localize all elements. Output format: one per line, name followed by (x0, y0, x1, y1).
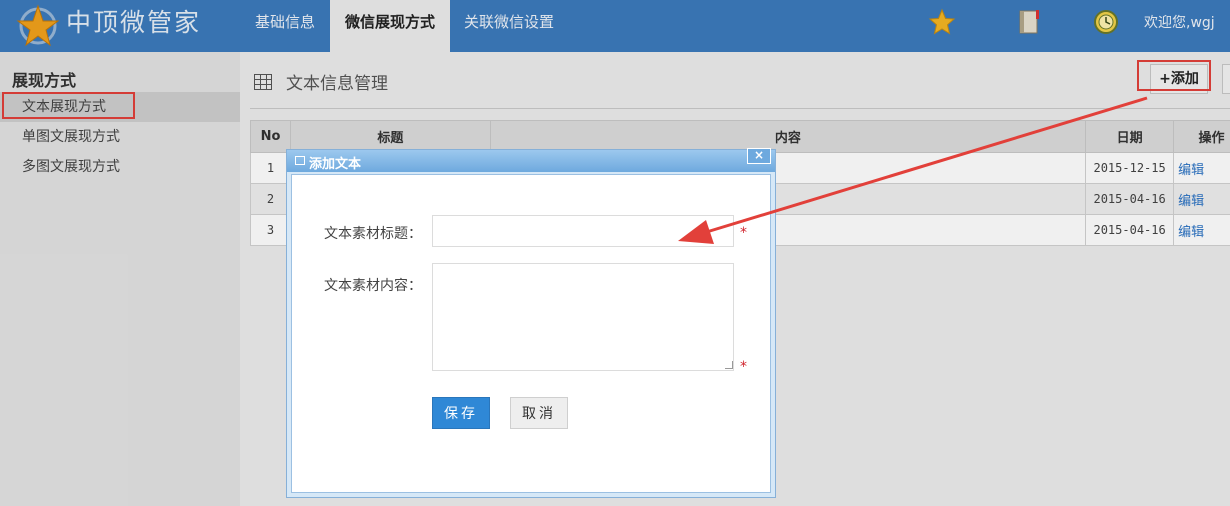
dialog-body: 文本素材标题： * 文本素材内容： * 保存 取消 (291, 174, 771, 493)
table-header-row: No 标题 内容 日期 操作 (250, 120, 1230, 153)
col-header-ops: 操作 (1173, 120, 1230, 153)
required-mark: * (740, 225, 747, 241)
sidebar-title: 展现方式 (12, 71, 77, 90)
dialog-title: 添加文本 (309, 157, 362, 172)
col-header-no: No (250, 120, 291, 153)
add-text-dialog: 添加文本 × 文本素材标题： * 文本素材内容： * 保存 取消 (286, 148, 776, 498)
sidebar: 展现方式 文本展现方式 单图文展现方式 多图文展现方式 (0, 52, 240, 506)
annotation-highlight-sidebar (2, 92, 135, 119)
cell-date: 2015-04-16 (1085, 214, 1175, 246)
save-button[interactable]: 保存 (432, 397, 490, 429)
title-divider (250, 108, 1230, 109)
edit-link[interactable]: 编辑 (1174, 225, 1204, 240)
nav-tab-display-mode[interactable]: 微信展现方式 (330, 0, 450, 52)
table-icon (254, 74, 272, 90)
nav-tab-wechat-settings[interactable]: 关联微信设置 (450, 0, 568, 52)
nav-tab-basic-info[interactable]: 基础信息 (240, 0, 330, 52)
content-textarea[interactable] (432, 263, 734, 371)
resize-grip-icon[interactable] (725, 361, 733, 369)
sidebar-item-multi-image-mode[interactable]: 多图文展现方式 (0, 152, 240, 182)
col-header-date: 日期 (1085, 120, 1175, 153)
star-logo-icon (16, 4, 60, 47)
welcome-user[interactable]: 欢迎您,wgj (1144, 12, 1215, 32)
edit-link[interactable]: 编辑 (1174, 163, 1204, 178)
clock-icon[interactable] (1092, 8, 1120, 36)
page-title: 文本信息管理 (286, 74, 388, 94)
col-header-title: 标题 (289, 120, 491, 153)
required-mark: * (740, 359, 747, 375)
annotation-highlight-add (1137, 60, 1211, 91)
cell-date: 2015-12-15 (1085, 152, 1175, 184)
close-icon[interactable]: × (747, 148, 771, 164)
col-header-content: 内容 (489, 120, 1087, 153)
cancel-button[interactable]: 取消 (510, 397, 568, 429)
star-icon[interactable] (928, 8, 956, 36)
dialog-header[interactable]: 添加文本 × (287, 148, 775, 172)
toolbar-button-partial[interactable] (1222, 64, 1230, 94)
cell-no: 2 (250, 183, 291, 215)
cell-no: 3 (250, 214, 291, 246)
cell-date: 2015-04-16 (1085, 183, 1175, 215)
window-icon (295, 156, 305, 165)
title-field-label: 文本素材标题： (324, 226, 422, 242)
top-header: 中顶微管家 基础信息 微信展现方式 关联微信设置 欢迎您,wgj (0, 0, 1230, 52)
title-input[interactable] (432, 215, 734, 247)
content-field-label: 文本素材内容： (324, 278, 422, 294)
edit-link[interactable]: 编辑 (1174, 194, 1204, 209)
sidebar-item-single-image-mode[interactable]: 单图文展现方式 (0, 122, 240, 152)
brand-name: 中顶微管家 (66, 8, 202, 37)
notebook-icon[interactable] (1015, 8, 1043, 36)
cell-no: 1 (250, 152, 291, 184)
